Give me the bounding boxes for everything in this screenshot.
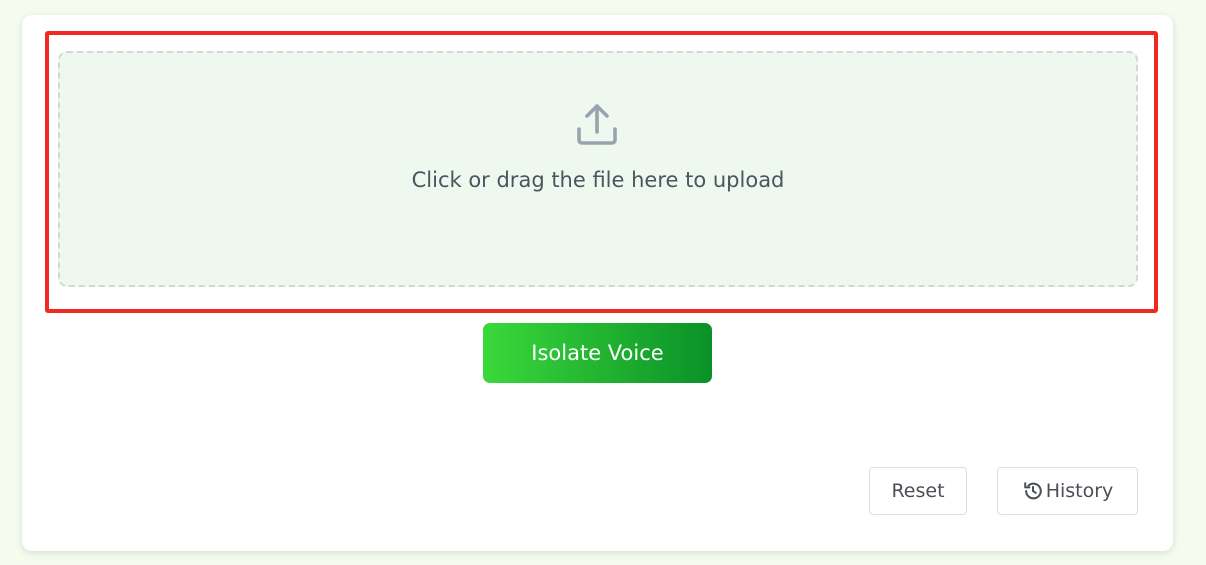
reset-button[interactable]: Reset [869,467,967,515]
history-button[interactable]: History [997,467,1138,515]
selection-highlight [45,31,1158,313]
history-label: History [1045,480,1114,502]
history-icon [1023,482,1042,500]
isolate-voice-button[interactable]: Isolate Voice [483,323,712,383]
